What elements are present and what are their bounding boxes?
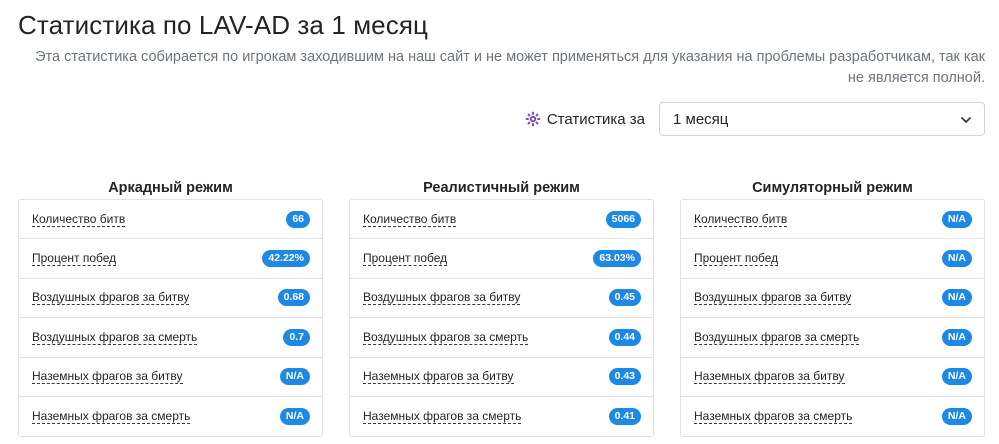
stat-row: Наземных фрагов за битву N/A — [681, 357, 984, 397]
stat-label[interactable]: Количество битв — [363, 212, 457, 227]
stat-row: Процент побед 63.03% — [350, 239, 653, 279]
mode-column: Симуляторный режим Количество битв N/A Проц… — [680, 178, 985, 438]
stat-row: Процент побед 42.22% — [19, 239, 322, 279]
stat-row: Воздушных фрагов за смерть 0.44 — [350, 318, 653, 358]
stat-label[interactable]: Количество битв — [694, 212, 788, 227]
stat-row: Количество битв 66 — [19, 200, 322, 240]
stat-label[interactable]: Воздушных фрагов за смерть — [32, 330, 198, 345]
stats-card: Количество битв 66 Процент побед 42.22% Возд… — [18, 199, 323, 438]
stat-value-badge: N/A — [941, 408, 972, 426]
period-label-text: Статистика за — [546, 110, 645, 128]
stat-row: Наземных фрагов за смерть 0.41 — [350, 396, 653, 437]
page-title: Статистика по LAV-AD за 1 месяц — [18, 10, 429, 40]
stat-label[interactable]: Наземных фрагов за битву — [32, 369, 183, 385]
stat-value-badge: 0.45 — [608, 289, 641, 307]
disclaimer-text: Эта статистика собирается по игрокам зах… — [35, 49, 985, 86]
stat-row: Количество битв N/A — [681, 200, 984, 240]
stat-label[interactable]: Воздушных фрагов за битву — [363, 290, 521, 306]
mode-column: Аркадный режим Количество битв 66 Процент п… — [18, 178, 323, 438]
stat-value-badge: 0.7 — [283, 328, 310, 346]
stat-value-badge: 5066 — [605, 210, 641, 228]
period-label: Статистика за — [525, 111, 645, 128]
stat-value-badge: 0.41 — [608, 408, 641, 426]
period-select-value: 1 месяц — [673, 110, 729, 128]
stat-label[interactable]: Наземных фрагов за битву — [694, 369, 845, 385]
gear-icon — [525, 111, 541, 127]
stat-row: Воздушных фрагов за битву 0.68 — [19, 278, 322, 319]
stat-value-badge: 66 — [286, 210, 310, 228]
stats-card: Количество битв N/A Процент побед N/A Воздуш… — [680, 199, 985, 438]
stat-label[interactable]: Наземных фрагов за битву — [363, 369, 514, 385]
stat-value-badge: N/A — [279, 368, 310, 386]
page: Статистика по LAV-AD за 1 месяц Эта стат… — [0, 0, 999, 444]
chevron-down-icon — [960, 113, 972, 125]
stat-label[interactable]: Наземных фрагов за смерть — [694, 409, 853, 425]
stat-label[interactable]: Наземных фрагов за смерть — [363, 409, 522, 425]
stat-row: Количество битв 5066 — [350, 200, 653, 240]
stat-value-badge: N/A — [941, 250, 972, 268]
stat-label[interactable]: Воздушных фрагов за битву — [694, 290, 852, 306]
stat-value-badge: 0.68 — [277, 289, 310, 307]
stat-row: Наземных фрагов за битву 0.43 — [350, 357, 653, 397]
stat-row: Наземных фрагов за смерть N/A — [681, 396, 984, 437]
stat-row: Воздушных фрагов за смерть 0.7 — [19, 318, 322, 358]
stat-row: Наземных фрагов за смерть N/A — [19, 396, 322, 437]
stat-value-badge: N/A — [941, 289, 972, 307]
stat-row: Воздушных фрагов за битву 0.45 — [350, 278, 653, 319]
mode-title: Аркадный режим — [108, 180, 233, 196]
stat-row: Процент побед N/A — [681, 239, 984, 279]
stat-row: Воздушных фрагов за смерть N/A — [681, 318, 984, 358]
stat-label[interactable]: Наземных фрагов за смерть — [32, 409, 191, 425]
stat-value-badge: N/A — [279, 408, 310, 426]
period-selector-row: Статистика за 1 месяц — [525, 102, 985, 136]
mode-title: Симуляторный режим — [752, 180, 913, 196]
stat-label[interactable]: Количество битв — [32, 212, 126, 227]
mode-title: Реалистичный режим — [423, 180, 580, 196]
stat-value-badge: N/A — [941, 368, 972, 386]
stat-value-badge: N/A — [941, 328, 972, 346]
stat-row: Наземных фрагов за битву N/A — [19, 357, 322, 397]
stat-value-badge: 0.44 — [608, 328, 641, 346]
stat-label[interactable]: Воздушных фрагов за смерть — [363, 330, 529, 345]
stat-label[interactable]: Воздушных фрагов за битву — [32, 290, 190, 306]
stat-row: Воздушных фрагов за битву N/A — [681, 278, 984, 319]
stat-label[interactable]: Процент побед — [694, 251, 779, 267]
period-select[interactable]: 1 месяц — [659, 102, 985, 136]
stat-value-badge: 42.22% — [262, 250, 310, 268]
stat-value-badge: 0.43 — [608, 368, 641, 386]
stat-label[interactable]: Процент побед — [32, 251, 117, 267]
stat-label[interactable]: Воздушных фрагов за смерть — [694, 330, 860, 345]
stat-label[interactable]: Процент побед — [363, 251, 448, 267]
mode-columns: Аркадный режим Количество битв 66 Процент п… — [18, 178, 985, 444]
mode-column: Реалистичный режим Количество битв 5066 Про… — [349, 178, 654, 438]
stat-value-badge: N/A — [941, 210, 972, 228]
stats-card: Количество битв 5066 Процент побед 63.03% Во… — [349, 199, 654, 438]
stat-value-badge: 63.03% — [593, 250, 641, 268]
